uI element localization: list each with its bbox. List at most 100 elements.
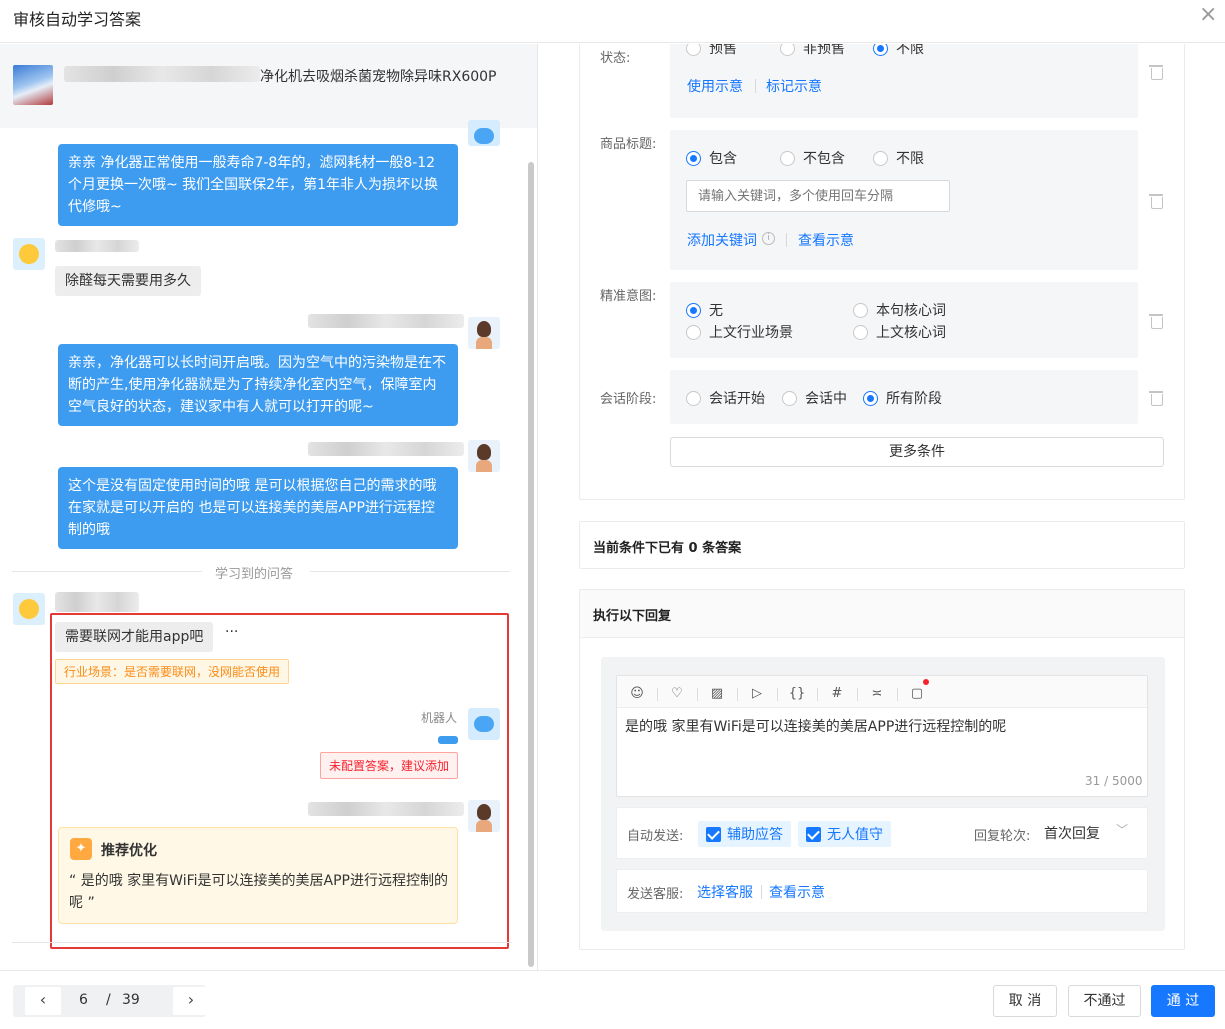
recommendation-card: ✦ 推荐优化 “ 是的哦 家里有WiFi是可以连接美的美居APP进行远程控制的呢…	[58, 827, 458, 924]
image-icon[interactable]: ▨	[707, 684, 727, 704]
assist-reply-checkbox[interactable]: 辅助应答	[698, 821, 791, 847]
more-icon[interactable]: ···	[225, 624, 238, 640]
hashtag-icon[interactable]: #	[827, 684, 847, 704]
radio-context-core-word[interactable]: 上文核心词	[853, 322, 946, 342]
blurred-text	[64, 66, 260, 82]
radio-presale[interactable]: 预售	[686, 44, 737, 58]
robot-avatar	[468, 120, 500, 146]
agent-avatar	[468, 317, 500, 349]
blurred-name	[308, 802, 464, 816]
radio-session-start[interactable]: 会话开始	[686, 388, 765, 408]
toolbar-separator	[777, 688, 778, 701]
auto-send-label: 自动发送:	[627, 829, 684, 844]
choose-agent-link[interactable]: 选择客服	[697, 882, 753, 902]
radio-in-session[interactable]: 会话中	[782, 388, 847, 408]
intent-condition: 无 本句核心词 上文行业场景 上文核心词	[670, 282, 1138, 358]
reply-editor[interactable]: ☺ ♡ ▨ ▷ {} # ≍ ▢ 是的哦 家里有WiFi是可以连接美的美居APP…	[616, 675, 1148, 797]
chat-panel: 净化机去吸烟杀菌宠物除异味RX600P 亲亲 净化器正常使用一般寿命7-8年的，…	[0, 44, 538, 970]
blurred-name	[308, 314, 464, 328]
radio-all-stages[interactable]: 所有阶段	[863, 388, 942, 408]
bulb-icon: ✦	[70, 838, 92, 860]
more-conditions-button[interactable]: 更多条件	[670, 437, 1164, 467]
chevron-down-icon[interactable]: ﹀	[1116, 821, 1128, 838]
page-slash: /	[106, 992, 111, 1008]
title-condition: 包含 不包含 不限 添加关键词 i 查看示意	[670, 130, 1138, 270]
customer-avatar	[13, 238, 45, 270]
agent-avatar	[468, 440, 500, 472]
view-example-link[interactable]: 查看示意	[798, 230, 854, 250]
radio-context-scene[interactable]: 上文行业场景	[686, 322, 793, 342]
notification-dot	[923, 679, 929, 685]
radio-not-contains[interactable]: 不包含	[780, 148, 845, 168]
reply-title: 执行以下回复	[593, 609, 672, 624]
intent-label: 精准意图:	[600, 289, 657, 304]
info-icon: i	[762, 232, 775, 245]
radio-title-unlimited[interactable]: 不限	[873, 148, 924, 168]
toolbar-separator	[697, 688, 698, 701]
close-icon[interactable]: ×	[1199, 4, 1217, 26]
video-icon[interactable]: ▷	[747, 684, 767, 704]
product-name: 净化机去吸烟杀菌宠物除异味RX600P	[260, 69, 497, 85]
usage-example-link[interactable]: 使用示意	[687, 76, 743, 96]
dialog-header: 审核自动学习答案 ×	[0, 0, 1225, 43]
reply-area: ☺ ♡ ▨ ▷ {} # ≍ ▢ 是的哦 家里有WiFi是可以连接美的美居APP…	[601, 657, 1165, 931]
agent-example-link[interactable]: 查看示意	[769, 882, 825, 902]
pager: ‹ 6 / 39 ›	[13, 985, 209, 1017]
rounds-select[interactable]: 首次回复	[1044, 823, 1100, 843]
no-answer-tag: 未配置答案，建议添加	[320, 752, 459, 779]
auto-send-row: 自动发送: 辅助应答 无人值守 回复轮次: 首次回复 ﹀	[616, 807, 1148, 859]
dialog-title: 审核自动学习答案	[13, 10, 142, 29]
title-label: 商品标题:	[600, 137, 657, 152]
variable-icon[interactable]: {}	[787, 684, 807, 704]
unattended-checkbox[interactable]: 无人值守	[798, 821, 891, 847]
robot-avatar	[468, 708, 500, 740]
radio-status-unlimited[interactable]: 不限	[873, 44, 924, 58]
approve-button[interactable]: 通 过	[1151, 985, 1215, 1017]
reject-button[interactable]: 不通过	[1068, 985, 1141, 1017]
delete-intent-icon[interactable]	[1149, 312, 1163, 329]
link-separator	[755, 79, 756, 93]
reply-text[interactable]: 是的哦 家里有WiFi是可以连接美的美居APP进行远程控制的呢	[625, 716, 1006, 736]
recommendation-text: “ 是的哦 家里有WiFi是可以连接美的美居APP进行远程控制的呢 ”	[69, 873, 448, 911]
blurred-name	[55, 240, 139, 252]
scene-tag: 行业场景：是否需要联网，没网能否使用	[55, 659, 290, 684]
link-separator	[761, 885, 762, 899]
link-separator	[786, 233, 787, 247]
robot-empty-bubble	[438, 736, 458, 744]
cancel-button[interactable]: 取 消	[993, 985, 1057, 1017]
chat-message-agent: 这个是没有固定使用时间的哦 是可以根据您自己的需求的哦 在家就是可以开启的 也是…	[58, 467, 458, 549]
current-page[interactable]: 6	[79, 992, 88, 1008]
favorite-icon[interactable]: ♡	[667, 684, 687, 704]
radio-non-presale[interactable]: 非预售	[780, 44, 845, 58]
conditions-panel: 状态: 预售 非预售 不限 使用示意 标记示意 商品标题: 包含 不包含 不限 …	[539, 44, 1225, 970]
divider-line	[310, 571, 510, 572]
toolbar-separator	[737, 688, 738, 701]
radio-core-word[interactable]: 本句核心词	[853, 300, 946, 320]
keyword-input[interactable]	[686, 180, 950, 212]
delete-title-icon[interactable]	[1149, 192, 1163, 209]
radio-intent-none[interactable]: 无	[686, 300, 723, 320]
chat-scrollbar[interactable]	[528, 162, 534, 967]
toolbar-separator	[657, 688, 658, 701]
chat-message-agent: 亲亲，净化器可以长时间开启哦。因为空气中的污染物是在不断的产生,使用净化器就是为…	[58, 344, 458, 426]
delete-stage-icon[interactable]	[1149, 389, 1163, 406]
chat-message-agent: 亲亲 净化器正常使用一般寿命7-8年的，滤网耗材一般8-12个月更换一次哦~ 我…	[58, 144, 458, 226]
delete-status-icon[interactable]	[1149, 63, 1163, 80]
message-icon[interactable]: ▢	[907, 684, 927, 704]
status-label: 状态:	[600, 51, 631, 66]
product-thumbnail	[13, 65, 53, 105]
emoji-icon[interactable]: ☺	[627, 684, 647, 704]
reply-card: 执行以下回复 ☺ ♡ ▨ ▷ {} # ≍ ▢ 是的哦 家里有WiFi是可以连接…	[579, 589, 1185, 950]
product-bar: 净化机去吸烟杀菌宠物除异味RX600P	[0, 44, 537, 128]
next-page-icon[interactable]: ›	[173, 987, 209, 1015]
radio-contains[interactable]: 包含	[686, 148, 737, 168]
add-keyword-link[interactable]: 添加关键词	[687, 230, 757, 250]
stage-label: 会话阶段:	[600, 392, 657, 407]
prev-page-icon[interactable]: ‹	[25, 987, 61, 1015]
customer-avatar	[13, 593, 45, 625]
split-icon[interactable]: ≍	[867, 684, 887, 704]
divider-line	[12, 942, 512, 943]
char-counter: 31 / 5000	[1085, 774, 1143, 788]
mark-example-link[interactable]: 标记示意	[766, 76, 822, 96]
toolbar-separator	[817, 688, 818, 701]
